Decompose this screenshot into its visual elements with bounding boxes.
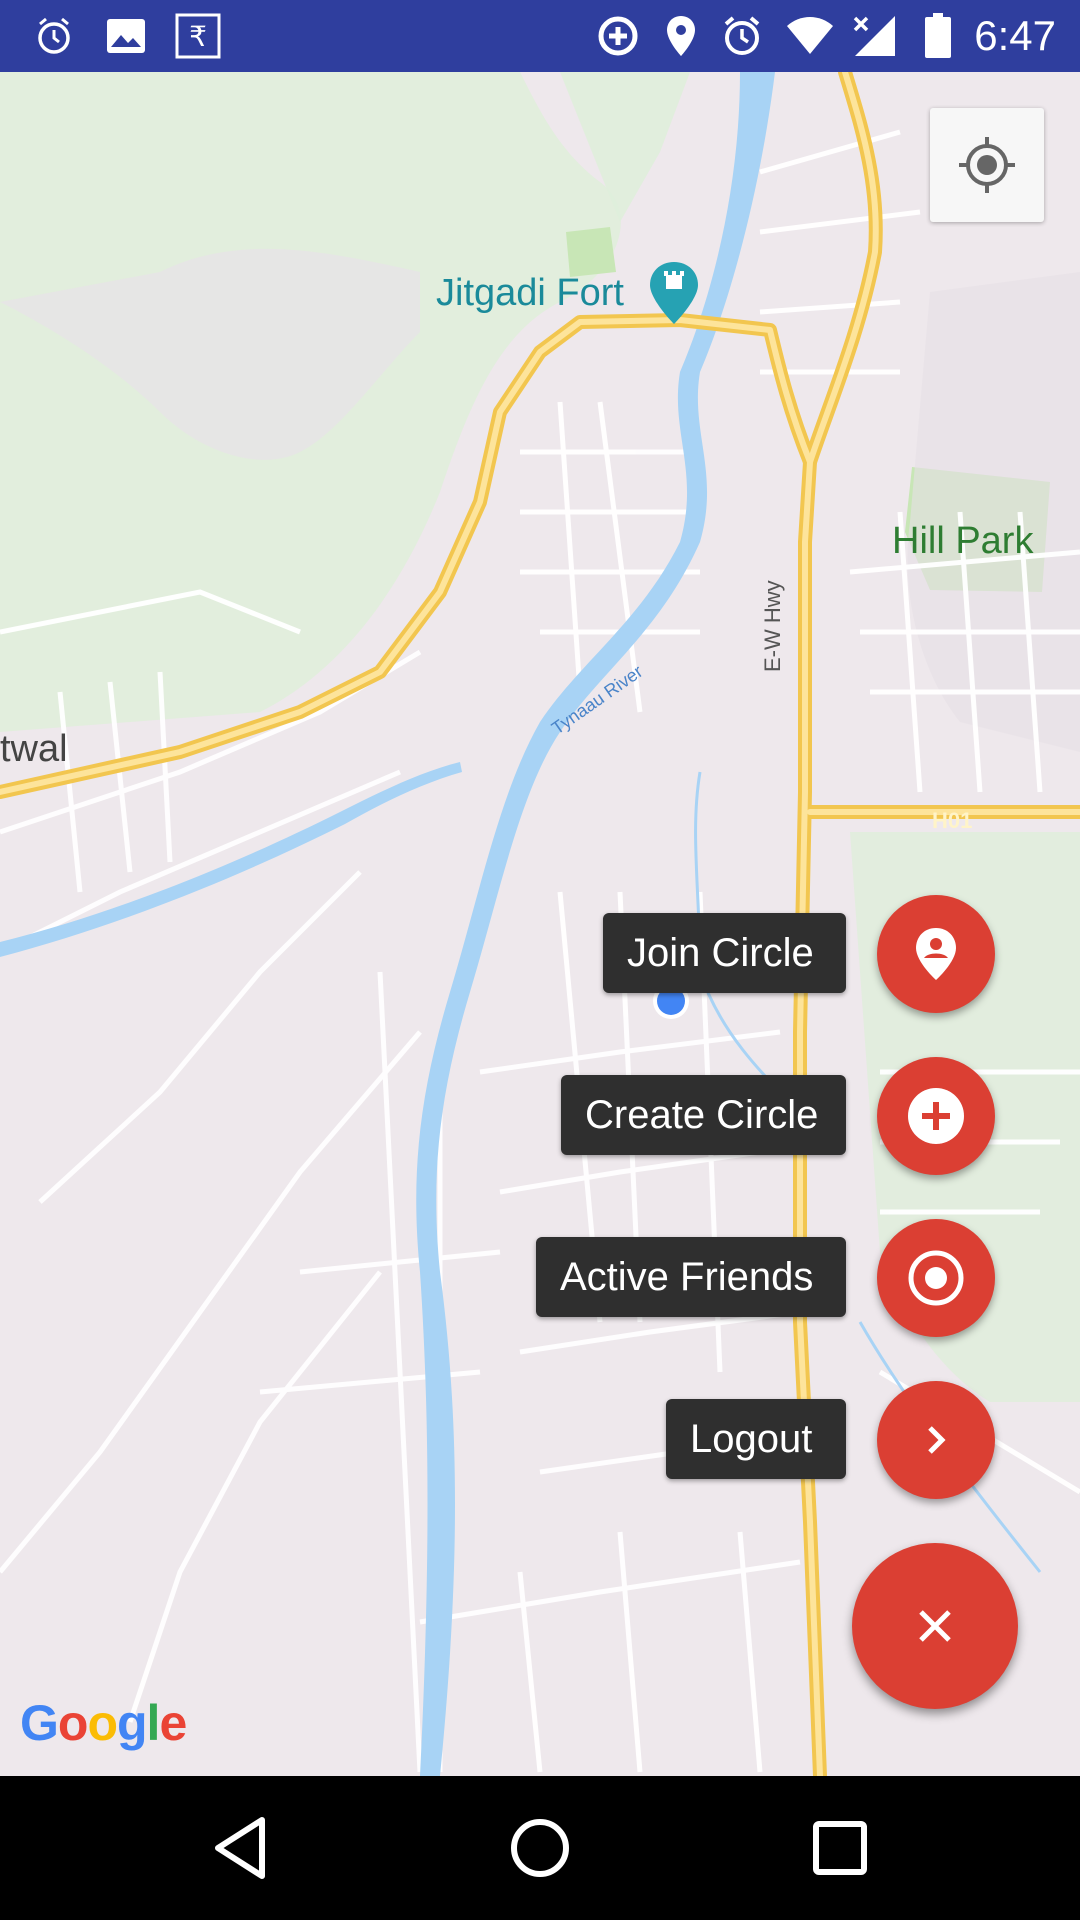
alarm-icon — [718, 12, 766, 60]
chevron-right-icon — [928, 1426, 946, 1454]
active-friends-button[interactable] — [877, 1219, 995, 1337]
person-pin-icon — [916, 928, 956, 980]
my-location-button[interactable] — [930, 108, 1044, 222]
join-circle-label[interactable]: Join Circle — [603, 913, 846, 993]
map-label-park[interactable]: Hill Park — [892, 520, 1033, 563]
my-location-icon — [959, 137, 1015, 193]
rupee-icon: ₹ — [172, 12, 224, 60]
clock-time: 6:47 — [974, 12, 1056, 59]
recents-icon — [813, 1821, 867, 1875]
radio-target-icon — [908, 1250, 964, 1306]
close-icon — [919, 1610, 951, 1642]
battery-icon — [918, 12, 958, 60]
data-saver-icon — [594, 12, 642, 60]
back-button[interactable] — [190, 1798, 290, 1898]
join-circle-button[interactable] — [877, 895, 995, 1013]
logout-button[interactable] — [877, 1381, 995, 1499]
navigation-bar — [0, 1776, 1080, 1920]
map-label-fort[interactable]: Jitgadi Fort — [436, 272, 624, 315]
logout-label[interactable]: Logout — [666, 1399, 846, 1479]
create-circle-label[interactable]: Create Circle — [561, 1075, 846, 1155]
home-button[interactable] — [490, 1798, 590, 1898]
map-label-highway-code: H01 — [932, 808, 973, 833]
alarm-icon — [30, 12, 78, 60]
signal-icon — [850, 12, 898, 60]
status-bar: ₹ 6:47 — [0, 0, 1080, 72]
wifi-icon — [784, 12, 836, 60]
location-icon — [660, 12, 702, 60]
image-icon — [100, 12, 152, 60]
map-label-highway: E-W Hwy — [760, 580, 785, 672]
home-icon — [511, 1819, 569, 1877]
active-friends-label[interactable]: Active Friends — [536, 1237, 846, 1317]
close-menu-button[interactable] — [852, 1543, 1018, 1709]
create-circle-button[interactable] — [877, 1057, 995, 1175]
recents-button[interactable] — [790, 1798, 890, 1898]
google-logo: Google — [20, 1695, 187, 1751]
svg-text:₹: ₹ — [189, 20, 207, 53]
map-label-town: twal — [0, 728, 68, 770]
back-icon — [215, 1817, 265, 1879]
add-circle-icon — [908, 1088, 964, 1144]
